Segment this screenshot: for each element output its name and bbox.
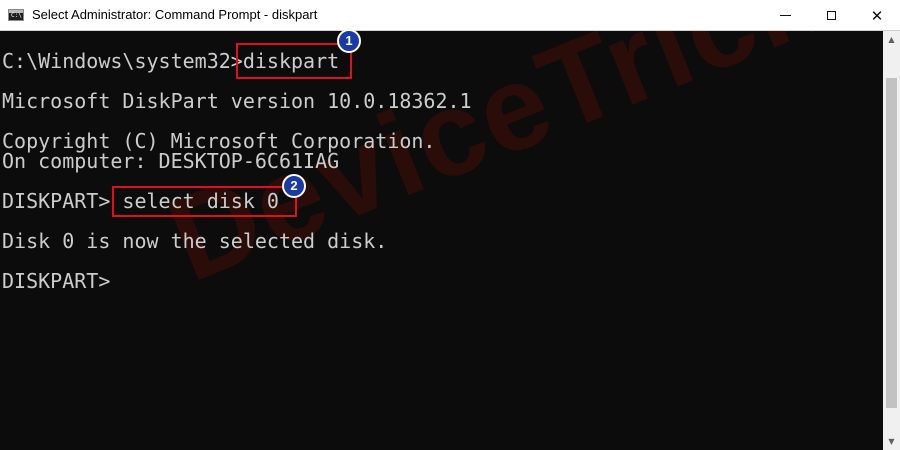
close-icon: ✕ xyxy=(870,6,884,25)
app-icon-text: C:\ xyxy=(11,12,22,19)
console-line: Microsoft DiskPart version 10.0.18362.1 xyxy=(2,89,472,113)
close-button[interactable]: ✕ xyxy=(854,0,900,31)
step-1-badge: 1 xyxy=(337,29,361,53)
highlight-box-diskpart xyxy=(236,43,352,79)
maximize-button[interactable] xyxy=(808,0,854,31)
step-2-badge: 2 xyxy=(282,174,306,198)
command-prompt-icon[interactable]: C:\ xyxy=(8,9,24,21)
console-prompt-line[interactable]: DISKPART> xyxy=(2,269,110,293)
vertical-scrollbar[interactable]: ▲ ▼ xyxy=(883,31,900,450)
minimize-button[interactable] xyxy=(762,0,808,31)
console-output[interactable]: DeviceTricks C:\Windows\system32>diskpar… xyxy=(0,31,883,450)
highlight-box-select-disk xyxy=(112,186,297,217)
maximize-icon xyxy=(826,11,836,20)
console-line: Disk 0 is now the selected disk. xyxy=(2,229,388,253)
scroll-up-arrow-icon[interactable]: ▲ xyxy=(883,31,900,48)
scroll-thumb[interactable] xyxy=(886,78,897,408)
window-title: Select Administrator: Command Prompt - d… xyxy=(32,7,318,22)
title-bar[interactable]: C:\ Select Administrator: Command Prompt… xyxy=(0,0,900,31)
console-line: On computer: DESKTOP-6C61IAG xyxy=(2,149,340,173)
minimize-icon xyxy=(779,15,791,16)
scroll-down-arrow-icon[interactable]: ▼ xyxy=(883,433,900,450)
scroll-track[interactable] xyxy=(883,48,900,433)
